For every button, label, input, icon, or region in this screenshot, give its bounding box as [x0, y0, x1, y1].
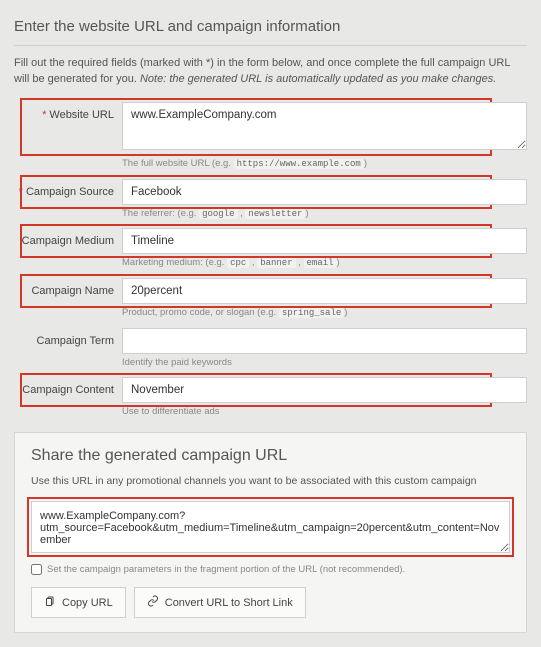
- row-campaign-content: Campaign Content Use to differentiate ad…: [14, 377, 527, 418]
- campaign-source-input[interactable]: [122, 179, 527, 205]
- required-star: *: [42, 109, 46, 121]
- fragment-label: Set the campaign parameters in the fragm…: [47, 564, 405, 575]
- share-section: Share the generated campaign URL Use thi…: [14, 432, 527, 633]
- hint-campaign-name: Product, promo code, or slogan (e.g. spr…: [122, 307, 527, 320]
- copy-url-label: Copy URL: [62, 597, 113, 609]
- hint-website-url: The full website URL (e.g. https://www.e…: [122, 158, 527, 171]
- website-url-input[interactable]: www.ExampleCompany.com: [122, 102, 527, 150]
- row-campaign-term: Campaign Term Identify the paid keywords: [14, 328, 527, 369]
- convert-url-label: Convert URL to Short Link: [165, 597, 293, 609]
- label-campaign-medium: Campaign Medium: [14, 228, 122, 247]
- row-website-url: *Website URL www.ExampleCompany.com The …: [14, 102, 527, 171]
- link-icon: [147, 595, 159, 610]
- row-campaign-name: Campaign Name Product, promo code, or sl…: [14, 278, 527, 320]
- fragment-checkbox[interactable]: [31, 564, 42, 575]
- divider: [14, 45, 527, 46]
- label-campaign-name: Campaign Name: [14, 278, 122, 297]
- fragment-option[interactable]: Set the campaign parameters in the fragm…: [31, 564, 510, 575]
- campaign-content-input[interactable]: [122, 377, 527, 403]
- button-row: Copy URL Convert URL to Short Link: [31, 587, 510, 618]
- campaign-name-input[interactable]: [122, 278, 527, 304]
- campaign-medium-input[interactable]: [122, 228, 527, 254]
- hint-campaign-medium: Marketing medium: (e.g. cpc , banner , e…: [122, 257, 527, 270]
- page: Enter the website URL and campaign infor…: [0, 0, 541, 647]
- label-campaign-term: Campaign Term: [14, 328, 122, 347]
- share-title: Share the generated campaign URL: [31, 447, 510, 465]
- label-campaign-content: Campaign Content: [14, 377, 122, 396]
- copy-url-button[interactable]: Copy URL: [31, 587, 126, 618]
- intro-note: Note: the generated URL is automatically…: [140, 73, 496, 85]
- generated-url-output[interactable]: www.ExampleCompany.com?utm_source=Facebo…: [31, 501, 510, 553]
- row-campaign-source: *Campaign Source The referrer: (e.g. goo…: [14, 179, 527, 221]
- intro-text: Fill out the required fields (marked wit…: [14, 56, 527, 88]
- page-title: Enter the website URL and campaign infor…: [14, 18, 527, 35]
- row-campaign-medium: Campaign Medium Marketing medium: (e.g. …: [14, 228, 527, 270]
- clipboard-icon: [44, 595, 56, 610]
- hint-campaign-source: The referrer: (e.g. google , newsletter): [122, 208, 527, 221]
- label-campaign-source: *Campaign Source: [14, 179, 122, 198]
- required-star: *: [19, 186, 23, 198]
- convert-url-button[interactable]: Convert URL to Short Link: [134, 587, 306, 618]
- share-intro: Use this URL in any promotional channels…: [31, 475, 510, 487]
- hint-campaign-term: Identify the paid keywords: [122, 357, 527, 369]
- campaign-term-input[interactable]: [122, 328, 527, 354]
- hint-campaign-content: Use to differentiate ads: [122, 406, 527, 418]
- generated-url-wrap: www.ExampleCompany.com?utm_source=Facebo…: [31, 501, 510, 558]
- label-website-url: *Website URL: [14, 102, 122, 121]
